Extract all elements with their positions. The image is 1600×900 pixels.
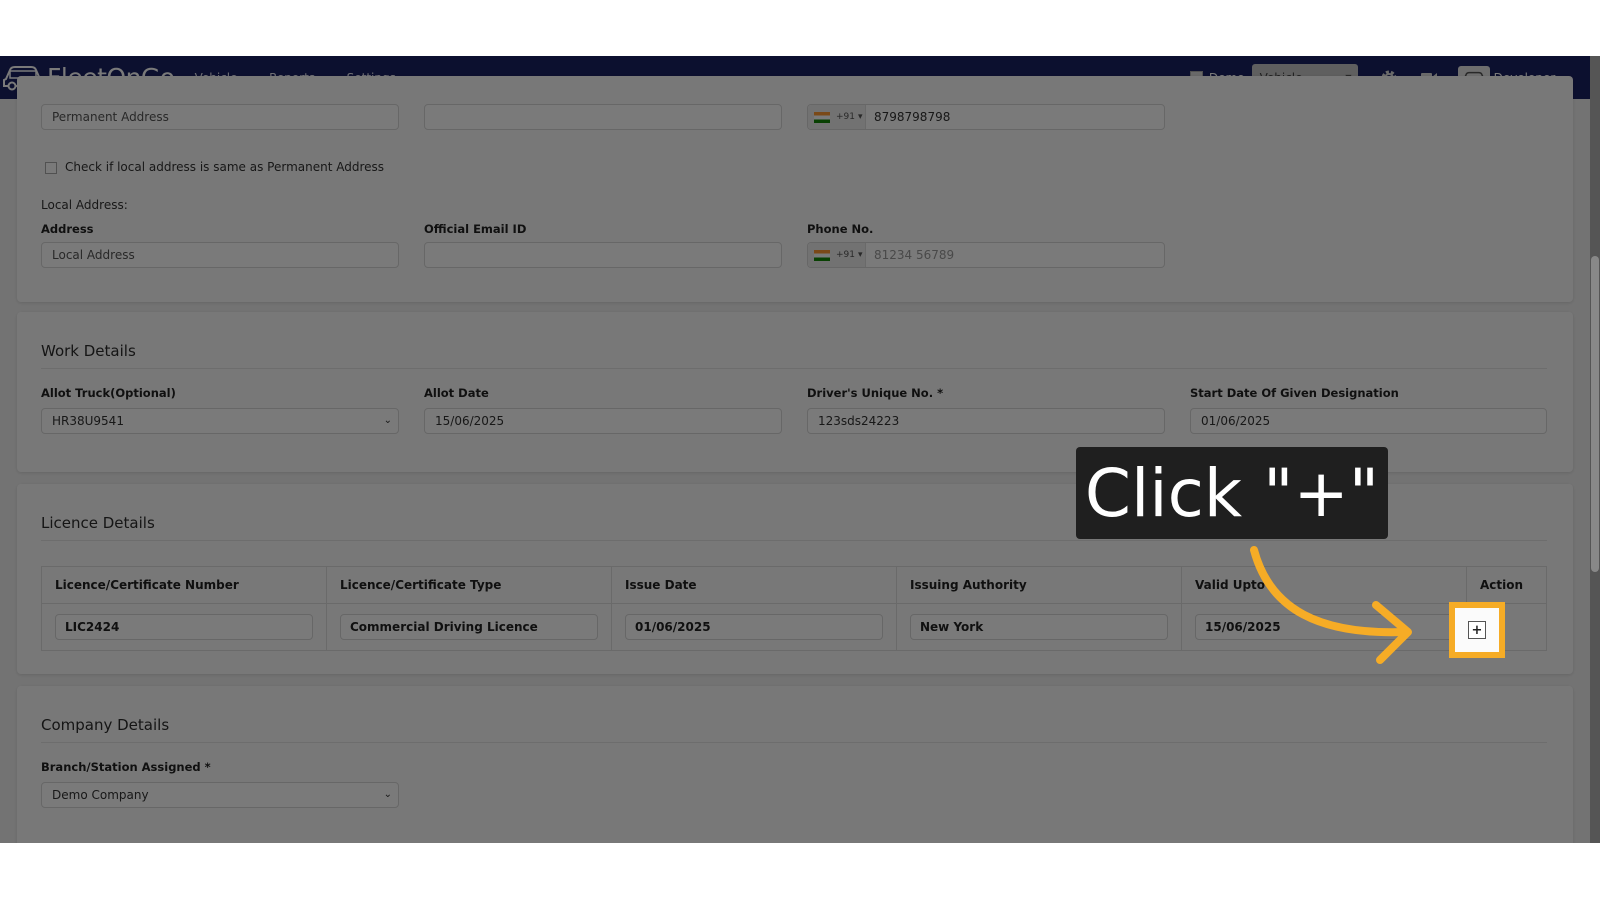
table-cell: LIC2424	[41, 603, 327, 651]
table-cell: New York	[896, 603, 1182, 651]
curved-arrow-icon	[1250, 546, 1412, 664]
country-code-select[interactable]: +91 ▾	[808, 105, 866, 129]
caret-down-icon: ▾	[858, 250, 863, 260]
scrollbar-thumb[interactable]	[1591, 256, 1599, 572]
add-row-button[interactable]: +	[1468, 621, 1486, 639]
cell-value: LIC2424	[65, 620, 120, 634]
branch-value: Demo Company	[52, 788, 149, 802]
column-header: Licence/Certificate Type	[326, 566, 612, 604]
licence-number-input[interactable]: LIC2424	[55, 614, 313, 640]
cell-value: New York	[920, 620, 984, 634]
address-card: Permanent Address +91 ▾ 8798798798 Check…	[17, 76, 1573, 302]
local-address-input[interactable]: Local Address	[41, 242, 399, 268]
local-address-placeholder: Local Address	[52, 248, 135, 262]
column-header: Licence/Certificate Number	[41, 566, 327, 604]
start-date-value: 01/06/2025	[1201, 414, 1271, 428]
country-code-value: +91	[836, 112, 855, 122]
unique-no-value: 123sds24223	[818, 414, 900, 428]
chevron-down-icon: ⌄	[383, 415, 392, 426]
divider	[41, 742, 1547, 743]
country-code-value: +91	[836, 250, 855, 260]
unique-no-label: Driver's Unique No. *	[807, 386, 944, 400]
start-date-label: Start Date Of Given Designation	[1190, 386, 1399, 400]
licence-type-input[interactable]: Commercial Driving Licence	[340, 614, 598, 640]
allot-date-input[interactable]: 15/06/2025	[424, 408, 782, 434]
permanent-phone-value: 8798798798	[874, 110, 951, 124]
start-date-input[interactable]: 01/06/2025	[1190, 408, 1547, 434]
allot-date-label: Allot Date	[424, 386, 489, 400]
same-address-checkbox-label: Check if local address is same as Perman…	[65, 160, 385, 174]
column-header: Issue Date	[611, 566, 897, 604]
company-details-card: Company Details Branch/Station Assigned …	[17, 686, 1573, 843]
tutorial-callout: Click "+"	[1076, 447, 1388, 539]
local-phone-input[interactable]: +91 ▾ 81234 56789	[807, 242, 1165, 268]
permanent-email-input[interactable]	[424, 104, 782, 130]
allot-date-value: 15/06/2025	[435, 414, 505, 428]
india-flag-icon	[814, 249, 830, 261]
licence-details-title: Licence Details	[41, 514, 155, 532]
cell-value: Commercial Driving Licence	[350, 620, 538, 634]
branch-select[interactable]: Demo Company ⌄	[41, 782, 399, 808]
allot-truck-select[interactable]: HR38U9541 ⌄	[41, 408, 399, 434]
unique-no-input[interactable]: 123sds24223	[807, 408, 1165, 434]
local-phone-placeholder: 81234 56789	[874, 248, 955, 262]
table-cell: 01/06/2025	[611, 603, 897, 651]
local-email-label: Official Email ID	[424, 222, 527, 236]
work-details-title: Work Details	[41, 342, 136, 360]
permanent-address-placeholder: Permanent Address	[52, 110, 169, 124]
same-address-checkbox[interactable]	[45, 162, 57, 174]
company-details-title: Company Details	[41, 716, 170, 734]
allot-truck-value: HR38U9541	[52, 414, 124, 428]
chevron-down-icon: ⌄	[383, 789, 392, 800]
local-phone-label: Phone No.	[807, 222, 874, 236]
country-code-select[interactable]: +91 ▾	[808, 243, 866, 267]
local-email-input[interactable]	[424, 242, 782, 268]
issue-date-input[interactable]: 01/06/2025	[625, 614, 883, 640]
permanent-address-input[interactable]: Permanent Address	[41, 104, 399, 130]
branch-label: Branch/Station Assigned *	[41, 760, 211, 774]
column-header: Issuing Authority	[896, 566, 1182, 604]
local-address-label: Address	[41, 222, 94, 236]
local-address-heading: Local Address:	[41, 198, 128, 212]
highlight-frame: +	[1449, 602, 1505, 658]
cell-value: 01/06/2025	[635, 620, 711, 634]
caret-down-icon: ▾	[858, 112, 863, 122]
column-header: Action	[1466, 566, 1547, 604]
issuing-authority-input[interactable]: New York	[910, 614, 1168, 640]
table-cell: Commercial Driving Licence	[326, 603, 612, 651]
allot-truck-label: Allot Truck(Optional)	[41, 386, 176, 400]
india-flag-icon	[814, 111, 830, 123]
divider	[41, 368, 1547, 369]
permanent-phone-input[interactable]: +91 ▾ 8798798798	[807, 104, 1165, 130]
highlight-inner: +	[1455, 608, 1499, 652]
